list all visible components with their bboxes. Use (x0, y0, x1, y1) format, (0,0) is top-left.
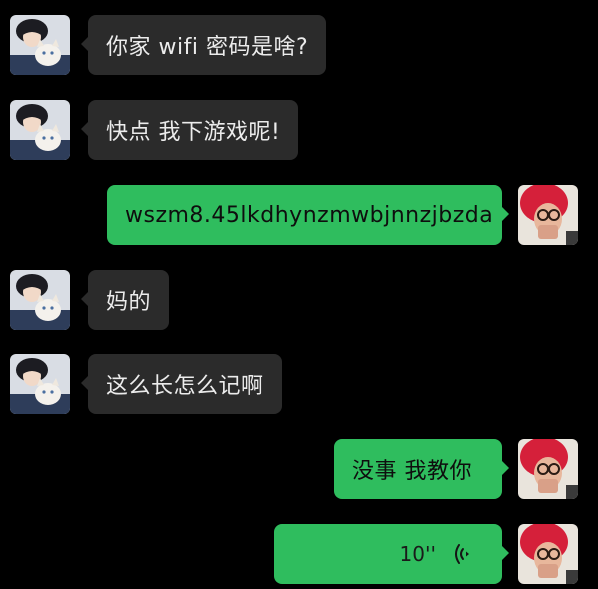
avatar-self[interactable] (518, 524, 578, 584)
voice-wave-icon (455, 544, 469, 564)
message-text: 你家 wifi 密码是啥? (106, 35, 309, 60)
message-bubble-incoming[interactable]: 妈的 (80, 270, 170, 330)
message-bubble-incoming[interactable]: 这么长怎么记啊 (81, 354, 282, 414)
message-text: 没事 我教你 (352, 459, 472, 484)
avatar-friend[interactable] (10, 270, 70, 330)
message-bubble-incoming[interactable]: 快点 我下游戏呢! (80, 100, 299, 160)
message-text: 快点 我下游戏呢! (106, 120, 281, 145)
chat-view: 你家 wifi 密码是啥? 快点 我下游戏呢! wszm8.45lkdhynzm… (0, 0, 598, 589)
avatar-friend[interactable] (10, 354, 70, 414)
message-bubble-outgoing[interactable]: wszm8.45lkdhynzmwbjnnzjbzda (107, 185, 509, 245)
avatar-self[interactable] (518, 185, 578, 245)
message-bubble-incoming[interactable]: 你家 wifi 密码是啥? (80, 15, 327, 75)
message-bubble-outgoing[interactable]: 没事 我教你 (334, 439, 509, 499)
message-text: wszm8.45lkdhynzmwbjnnzjbzda (125, 202, 494, 228)
voice-duration: 10'' (399, 542, 436, 566)
voice-message-bubble[interactable]: 10'' (274, 524, 509, 584)
message-text: 这么长怎么记啊 (106, 374, 264, 399)
avatar-self[interactable] (518, 439, 578, 499)
avatar-friend[interactable] (10, 100, 70, 160)
avatar-friend[interactable] (10, 15, 70, 75)
message-text: 妈的 (106, 290, 152, 315)
